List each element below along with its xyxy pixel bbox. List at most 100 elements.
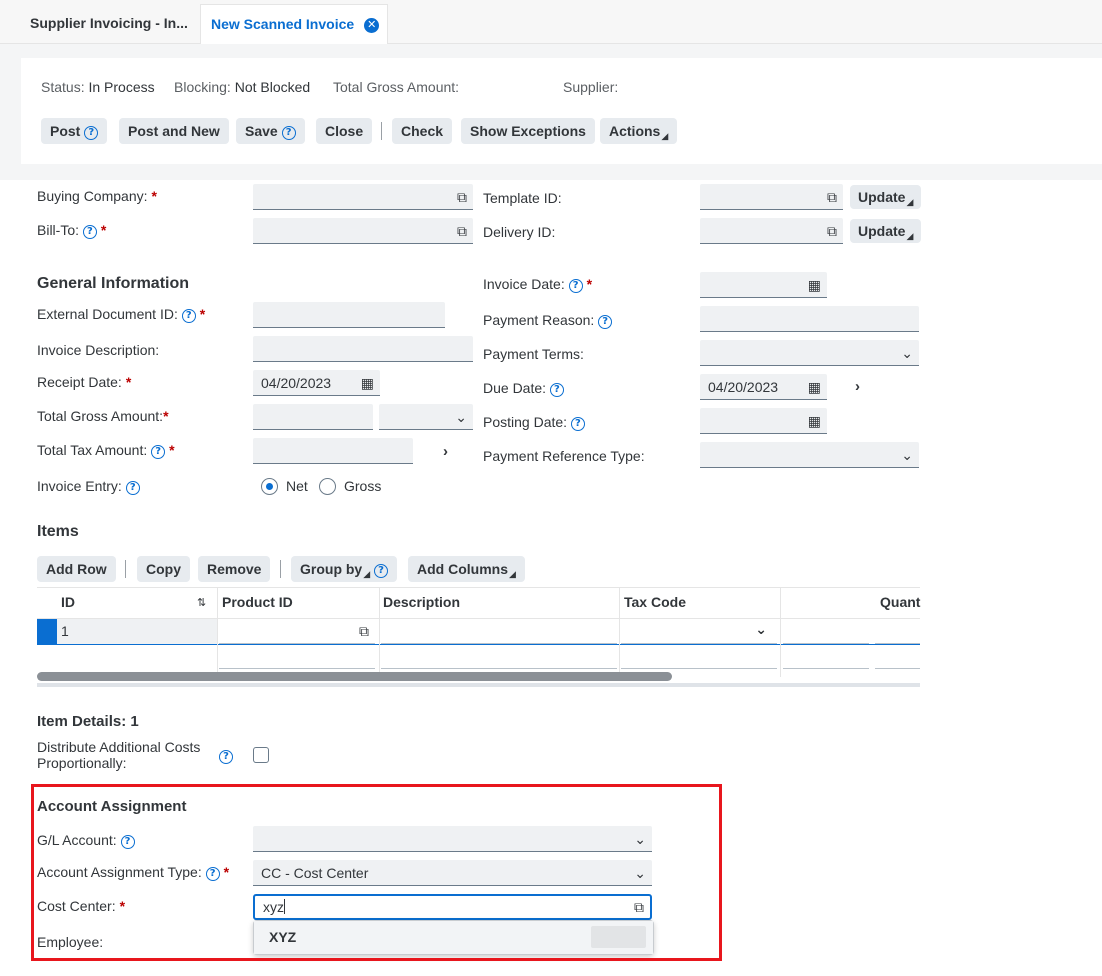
help-icon[interactable]: ? [219, 747, 233, 764]
actions-label: Actions [609, 123, 661, 139]
calendar-icon[interactable]: ▦ [361, 370, 374, 396]
help-icon[interactable]: ? [151, 445, 166, 459]
column-header-quantity[interactable]: Quant [880, 594, 920, 610]
sort-icon[interactable]: ⇅ [197, 596, 206, 609]
remove-button[interactable]: Remove [198, 556, 271, 582]
tab-supplier-invoicing[interactable]: Supplier Invoicing - In... [20, 4, 198, 44]
payment-reference-type-select[interactable]: ⌄ [700, 442, 919, 468]
invoice-date-input[interactable]: ▦ [700, 272, 827, 298]
update-delivery-button[interactable]: Update◢ [850, 219, 922, 243]
status-value: In Process [88, 79, 155, 95]
actions-button[interactable]: Actions◢ [600, 118, 678, 144]
post-button[interactable]: Post ? [41, 118, 108, 144]
copy-button[interactable]: Copy [137, 556, 190, 582]
required-icon: * [100, 222, 107, 238]
invoice-entry-label: Invoice Entry: ? [37, 478, 140, 495]
help-icon[interactable]: ? [125, 481, 140, 495]
value-help-icon[interactable]: ⧉ [457, 184, 467, 210]
external-document-id-label: External Document ID: ? * [37, 306, 206, 323]
quantity-input-empty[interactable] [783, 645, 869, 669]
product-id-input[interactable]: ⧉ [219, 620, 375, 644]
total-tax-amount-input[interactable] [253, 438, 413, 464]
currency-select[interactable]: ⌄ [379, 404, 473, 430]
total-gross-amount-input[interactable] [253, 404, 373, 430]
show-exceptions-button[interactable]: Show Exceptions [461, 118, 595, 144]
column-header-id[interactable]: ID [61, 594, 75, 610]
close-button[interactable]: Close [316, 118, 373, 144]
gross-radio-label: Gross [344, 478, 382, 494]
distribute-costs-checkbox[interactable] [253, 747, 269, 763]
help-icon[interactable]: ? [84, 126, 99, 140]
unit-input[interactable] [875, 620, 920, 644]
column-header-description[interactable]: Description [383, 594, 460, 610]
delivery-id-input[interactable]: ⧉ [700, 218, 843, 244]
net-radio[interactable] [261, 478, 278, 495]
payment-reason-input[interactable] [700, 306, 919, 332]
due-date-input[interactable]: 04/20/2023 ▦ [700, 374, 827, 400]
description-input[interactable] [381, 620, 617, 644]
tax-code-input-empty[interactable] [621, 645, 777, 669]
value-help-icon[interactable]: ⧉ [827, 218, 837, 244]
add-row-button[interactable]: Add Row [37, 556, 116, 582]
save-button[interactable]: Save ? [236, 118, 305, 144]
value-help-icon[interactable]: ⧉ [457, 218, 467, 244]
invoice-description-label: Invoice Description: [37, 342, 160, 358]
unit-input-empty[interactable] [875, 645, 920, 669]
calendar-icon[interactable]: ▦ [808, 408, 821, 434]
distribute-costs-label: Distribute Additional Costs Proportionall… [37, 739, 201, 771]
receipt-date-value: 04/20/2023 [261, 375, 332, 391]
help-icon[interactable]: ? [568, 279, 583, 293]
delivery-id-label: Delivery ID: [483, 224, 556, 240]
chevron-right-icon[interactable]: › [443, 443, 448, 460]
quantity-input[interactable] [783, 620, 869, 644]
total-gross-amount-field: Total Gross Amount: [333, 79, 459, 95]
help-icon[interactable]: ? [181, 309, 196, 323]
help-icon[interactable]: ? [598, 315, 613, 329]
total-gross-label: Total Gross Amount: [333, 79, 460, 95]
payment-terms-select[interactable]: ⌄ [700, 340, 919, 366]
payment-reason-label: Payment Reason: ? [483, 312, 613, 329]
help-icon[interactable]: ? [82, 225, 97, 239]
help-icon[interactable]: ? [281, 126, 296, 140]
description-input-empty[interactable] [381, 645, 617, 669]
receipt-date-input[interactable]: 04/20/2023 ▦ [253, 370, 380, 396]
check-button[interactable]: Check [392, 118, 453, 144]
help-icon[interactable]: ? [374, 564, 389, 578]
column-separator [379, 587, 380, 677]
buying-company-input[interactable]: ⧉ [253, 184, 473, 210]
tax-code-select[interactable]: ⌄ [621, 620, 777, 644]
posting-date-input[interactable]: ▦ [700, 408, 827, 434]
value-help-icon[interactable]: ⧉ [827, 184, 837, 210]
group-by-button[interactable]: Group by◢ ? [291, 556, 398, 582]
calendar-icon[interactable]: ▦ [808, 272, 821, 298]
help-icon[interactable]: ? [549, 383, 564, 397]
gross-radio[interactable] [319, 478, 336, 495]
blocking-field: Blocking: Not Blocked [174, 79, 310, 95]
chevron-right-icon[interactable]: › [855, 378, 860, 395]
template-id-input[interactable]: ⧉ [700, 184, 843, 210]
template-id-label: Template ID: [483, 190, 562, 206]
close-icon[interactable]: ✕ [364, 18, 380, 33]
value-help-icon[interactable]: ⧉ [359, 623, 369, 640]
external-document-id-input[interactable] [253, 302, 445, 328]
bill-to-input[interactable]: ⧉ [253, 218, 473, 244]
invoice-date-label: Invoice Date: ? * [483, 276, 593, 293]
row-selector[interactable] [37, 619, 57, 644]
required-icon: * [151, 188, 157, 204]
column-header-product-id[interactable]: Product ID [222, 594, 293, 610]
help-icon[interactable]: ? [570, 417, 585, 431]
calendar-icon[interactable]: ▦ [808, 374, 821, 400]
scrollbar-track[interactable] [37, 683, 920, 687]
scrollbar-thumb[interactable] [37, 672, 672, 681]
column-header-tax-code[interactable]: Tax Code [624, 594, 686, 610]
tab-new-scanned-invoice[interactable]: New Scanned Invoice ✕ [200, 4, 388, 44]
product-id-input-empty[interactable] [219, 645, 375, 669]
chevron-down-icon: ⌄ [901, 447, 913, 463]
close-label: Close [325, 123, 364, 139]
highlight-box [31, 784, 722, 961]
post-and-new-button[interactable]: Post and New [119, 118, 229, 144]
invoice-description-input[interactable] [253, 336, 473, 362]
tab-label: Supplier Invoicing - In... [30, 15, 188, 31]
add-columns-button[interactable]: Add Columns◢ [408, 556, 525, 582]
update-template-button[interactable]: Update◢ [850, 185, 922, 209]
